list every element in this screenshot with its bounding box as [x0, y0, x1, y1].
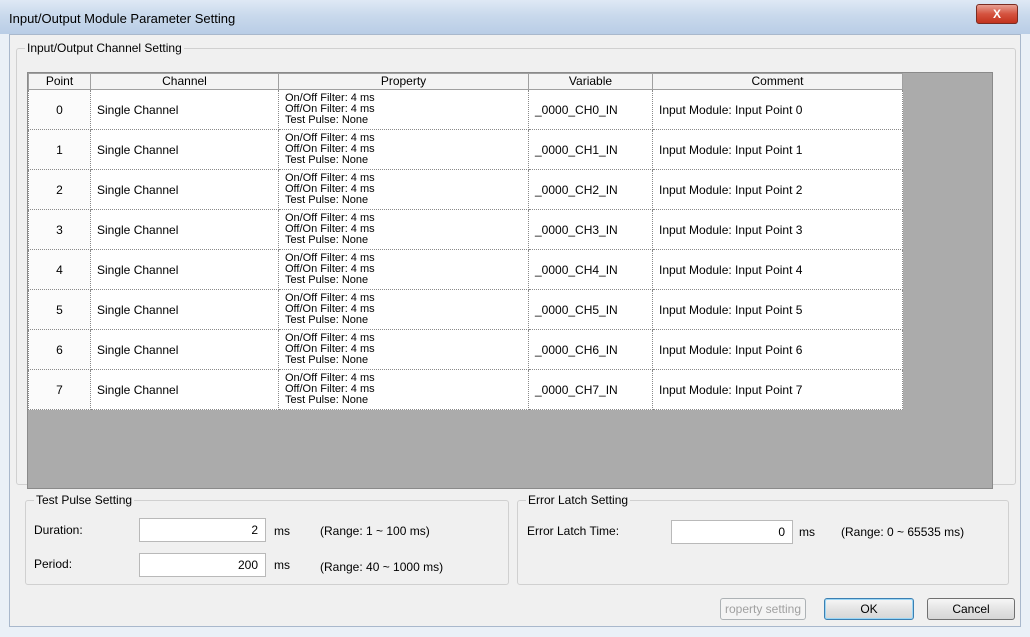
column-header-property[interactable]: Property [278, 73, 529, 90]
period-unit: ms [274, 558, 290, 572]
channel-table: Point Channel Property Variable Comment … [28, 73, 903, 410]
channel-cell[interactable]: Single Channel [90, 369, 279, 410]
channel-cell[interactable]: Single Channel [90, 89, 279, 130]
point-cell[interactable]: 4 [28, 249, 91, 290]
property-line: Test Pulse: None [285, 314, 369, 326]
error-latch-time-unit: ms [799, 525, 815, 539]
property-line: Test Pulse: None [285, 354, 369, 366]
test-pulse-group: Test Pulse Setting Duration: 2 ms (Range… [25, 493, 509, 585]
period-range: (Range: 40 ~ 1000 ms) [320, 560, 444, 574]
comment-cell[interactable]: Input Module: Input Point 6 [652, 329, 903, 370]
column-header-variable[interactable]: Variable [528, 73, 653, 90]
table-header-row: Point Channel Property Variable Comment [28, 73, 903, 90]
variable-cell[interactable]: _0000_CH1_IN [528, 129, 653, 170]
title-bar[interactable]: Input/Output Module Parameter Setting X [0, 0, 1030, 34]
table-row[interactable]: 1 Single Channel On/Off Filter: 4 ms Off/… [28, 129, 903, 170]
dialog-client-area: Input/Output Channel Setting Point Chann… [9, 34, 1021, 627]
comment-cell[interactable]: Input Module: Input Point 0 [652, 89, 903, 130]
channel-cell[interactable]: Single Channel [90, 169, 279, 210]
dialog-window: Input/Output Module Parameter Setting X … [0, 0, 1030, 637]
channel-cell[interactable]: Single Channel [90, 249, 279, 290]
property-cell[interactable]: On/Off Filter: 4 ms Off/On Filter: 4 ms Te… [278, 129, 529, 170]
property-cell[interactable]: On/Off Filter: 4 ms Off/On Filter: 4 ms Te… [278, 329, 529, 370]
period-input[interactable]: 200 [139, 553, 266, 577]
column-header-point[interactable]: Point [28, 73, 91, 90]
close-button[interactable]: X [976, 4, 1018, 24]
variable-cell[interactable]: _0000_CH5_IN [528, 289, 653, 330]
property-cell[interactable]: On/Off Filter: 4 ms Off/On Filter: 4 ms Te… [278, 209, 529, 250]
property-cell[interactable]: On/Off Filter: 4 ms Off/On Filter: 4 ms Te… [278, 169, 529, 210]
channel-setting-group: Input/Output Channel Setting Point Chann… [16, 41, 1016, 489]
window-title: Input/Output Module Parameter Setting [9, 11, 236, 26]
column-header-channel[interactable]: Channel [90, 73, 279, 90]
point-cell[interactable]: 5 [28, 289, 91, 330]
variable-cell[interactable]: _0000_CH6_IN [528, 329, 653, 370]
error-latch-time-input[interactable]: 0 [671, 520, 793, 544]
point-cell[interactable]: 0 [28, 89, 91, 130]
property-cell[interactable]: On/Off Filter: 4 ms Off/On Filter: 4 ms Te… [278, 89, 529, 130]
property-setting-button[interactable]: roperty setting [720, 598, 806, 620]
table-row[interactable]: 6 Single Channel On/Off Filter: 4 ms Off/… [28, 329, 903, 370]
property-line: Test Pulse: None [285, 114, 369, 126]
error-latch-group: Error Latch Setting Error Latch Time: 0 … [517, 493, 1009, 585]
column-header-comment[interactable]: Comment [652, 73, 903, 90]
channel-cell[interactable]: Single Channel [90, 129, 279, 170]
comment-cell[interactable]: Input Module: Input Point 1 [652, 129, 903, 170]
point-cell[interactable]: 7 [28, 369, 91, 410]
table-row[interactable]: 2 Single Channel On/Off Filter: 4 ms Off/… [28, 169, 903, 210]
point-cell[interactable]: 2 [28, 169, 91, 210]
point-cell[interactable]: 1 [28, 129, 91, 170]
table-row[interactable]: 5 Single Channel On/Off Filter: 4 ms Off/… [28, 289, 903, 330]
property-line: Test Pulse: None [285, 274, 369, 286]
comment-cell[interactable]: Input Module: Input Point 4 [652, 249, 903, 290]
property-cell[interactable]: On/Off Filter: 4 ms Off/On Filter: 4 ms Te… [278, 289, 529, 330]
cancel-button[interactable]: Cancel [927, 598, 1015, 620]
table-row[interactable]: 7 Single Channel On/Off Filter: 4 ms Off/… [28, 369, 903, 410]
property-line: Test Pulse: None [285, 154, 369, 166]
duration-label: Duration: [34, 523, 83, 537]
duration-unit: ms [274, 524, 290, 538]
variable-cell[interactable]: _0000_CH4_IN [528, 249, 653, 290]
comment-cell[interactable]: Input Module: Input Point 3 [652, 209, 903, 250]
property-line: Test Pulse: None [285, 394, 369, 406]
variable-cell[interactable]: _0000_CH0_IN [528, 89, 653, 130]
comment-cell[interactable]: Input Module: Input Point 7 [652, 369, 903, 410]
channel-cell[interactable]: Single Channel [90, 209, 279, 250]
point-cell[interactable]: 6 [28, 329, 91, 370]
close-icon: X [992, 7, 1001, 21]
duration-range: (Range: 1 ~ 100 ms) [320, 524, 430, 538]
property-cell[interactable]: On/Off Filter: 4 ms Off/On Filter: 4 ms Te… [278, 249, 529, 290]
error-latch-legend: Error Latch Setting [528, 493, 629, 507]
variable-cell[interactable]: _0000_CH7_IN [528, 369, 653, 410]
table-row[interactable]: 0 Single Channel On/Off Filter: 4 ms Off/… [28, 89, 903, 130]
error-latch-time-range: (Range: 0 ~ 65535 ms) [841, 525, 965, 539]
channel-cell[interactable]: Single Channel [90, 289, 279, 330]
duration-input[interactable]: 2 [139, 518, 266, 542]
ok-button[interactable]: OK [824, 598, 914, 620]
property-line: Test Pulse: None [285, 234, 369, 246]
property-line: Test Pulse: None [285, 194, 369, 206]
point-cell[interactable]: 3 [28, 209, 91, 250]
table-row[interactable]: 3 Single Channel On/Off Filter: 4 ms Off/… [28, 209, 903, 250]
test-pulse-legend: Test Pulse Setting [36, 493, 133, 507]
channel-setting-legend: Input/Output Channel Setting [27, 41, 182, 55]
variable-cell[interactable]: _0000_CH2_IN [528, 169, 653, 210]
comment-cell[interactable]: Input Module: Input Point 5 [652, 289, 903, 330]
channel-grid[interactable]: Point Channel Property Variable Comment … [27, 72, 993, 489]
period-label: Period: [34, 557, 73, 571]
table-row[interactable]: 4 Single Channel On/Off Filter: 4 ms Off/… [28, 249, 903, 290]
error-latch-time-label: Error Latch Time: [527, 524, 620, 538]
property-cell[interactable]: On/Off Filter: 4 ms Off/On Filter: 4 ms Te… [278, 369, 529, 410]
variable-cell[interactable]: _0000_CH3_IN [528, 209, 653, 250]
comment-cell[interactable]: Input Module: Input Point 2 [652, 169, 903, 210]
channel-cell[interactable]: Single Channel [90, 329, 279, 370]
